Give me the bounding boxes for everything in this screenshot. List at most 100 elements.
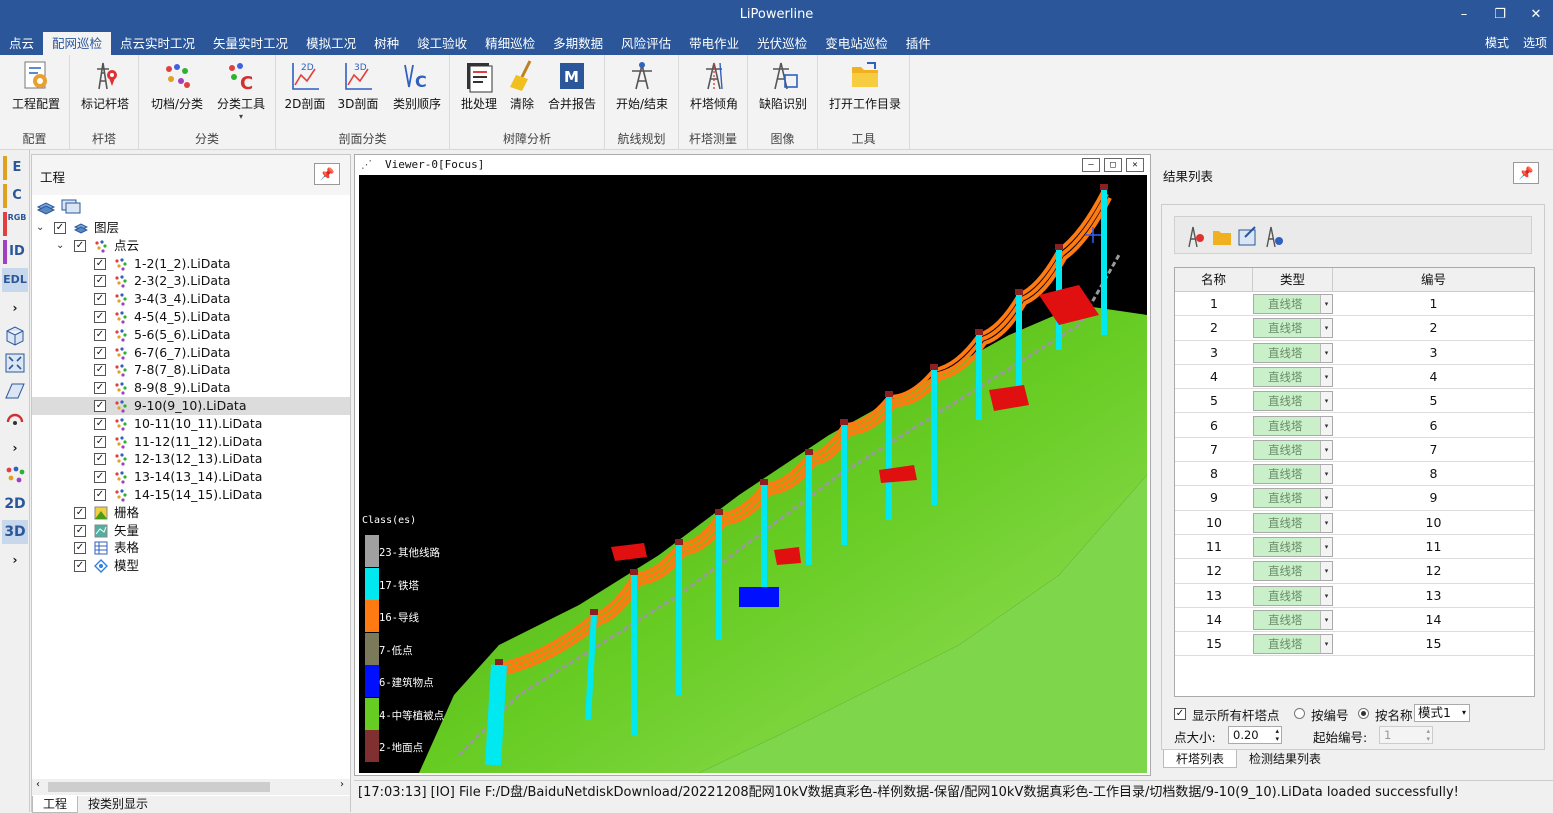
scroll-thumb[interactable] — [48, 782, 270, 792]
tree-node-model[interactable]: ✓ 模型 — [32, 557, 350, 575]
chevron-down-icon[interactable]: ▾ — [1320, 635, 1332, 654]
table-row[interactable]: 4 直线塔 ▾ 4 — [1175, 365, 1534, 390]
tree-node-pointcloud[interactable]: ⌄ ✓ 点云 — [32, 237, 350, 255]
scroll-left-icon[interactable]: ‹ — [36, 779, 40, 790]
col-header-number[interactable]: 编号 — [1333, 268, 1534, 292]
menu-item-8[interactable]: 多期数据 — [544, 32, 612, 55]
open-folder-icon[interactable] — [1213, 231, 1231, 245]
type-select[interactable]: 直线塔 ▾ — [1253, 561, 1333, 582]
horizontal-scrollbar[interactable]: ‹ › — [32, 779, 350, 795]
chevron-down-icon[interactable]: ▾ — [1320, 562, 1332, 581]
table-row[interactable]: 11 直线塔 ▾ 11 — [1175, 535, 1534, 560]
type-select[interactable]: 直线塔 ▾ — [1253, 294, 1333, 314]
table-row[interactable]: 1 直线塔 ▾ 1 — [1175, 292, 1534, 317]
view-cube-icon[interactable] — [3, 324, 27, 348]
layer-checkbox[interactable]: ✓ — [94, 257, 106, 270]
table-row[interactable]: 15 直线塔 ▾ 15 — [1175, 632, 1534, 657]
point-size-spinbox[interactable]: 0.20 ▴ ▾ — [1228, 726, 1282, 744]
batch-button[interactable]: 批处理 — [458, 59, 500, 112]
layer-checkbox[interactable]: ✓ — [94, 275, 106, 288]
tree-node-vector[interactable]: ✓ 矢量 — [32, 522, 350, 540]
table-row[interactable]: 6 直线塔 ▾ 6 — [1175, 414, 1534, 438]
mode-select[interactable]: 模式1 ▾ — [1414, 704, 1470, 722]
chevron-down-icon[interactable]: ▾ — [1320, 440, 1332, 459]
menu-options[interactable]: 选项 — [1523, 32, 1547, 55]
col-header-name[interactable]: 名称 — [1175, 268, 1253, 292]
rotate-icon[interactable] — [3, 408, 27, 432]
chevron-down-icon[interactable]: ▾ — [1320, 343, 1332, 362]
tree-node-file[interactable]: ✓ 12-13(12_13).LiData — [32, 450, 350, 468]
table-row[interactable]: 7 直线塔 ▾ 7 — [1175, 438, 1534, 463]
tree-node-file[interactable]: ✓ 7-8(7_8).LiData — [32, 361, 350, 379]
open-workdir-button[interactable]: 打开工作目录 — [826, 59, 904, 112]
viewer-minimize-button[interactable]: – — [1082, 158, 1100, 172]
tree-node-raster[interactable]: ✓ 栅格 — [32, 504, 350, 522]
chevron-down-icon[interactable]: ⌄ — [36, 219, 44, 237]
menu-item-5[interactable]: 树种 — [365, 32, 408, 55]
project-config-button[interactable]: 工程配置 — [10, 59, 62, 112]
windows-icon[interactable] — [61, 199, 81, 214]
toolbar-rgb-button[interactable]: RGB — [3, 212, 27, 236]
layer-checkbox[interactable]: ✓ — [74, 239, 86, 252]
results-pin-icon[interactable]: 📌 — [1513, 162, 1539, 184]
menu-item-1[interactable]: 配网巡检 — [43, 32, 112, 55]
tree-node-file[interactable]: ✓ 14-15(14_15).LiData — [32, 486, 350, 504]
layers-icon[interactable] — [36, 202, 56, 215]
minimize-button[interactable]: – — [1446, 4, 1482, 26]
menu-item-6[interactable]: 竣工验收 — [408, 32, 476, 55]
layer-checkbox[interactable]: ✓ — [94, 453, 106, 466]
type-select[interactable]: 直线塔 ▾ — [1253, 634, 1333, 655]
chevron-down-icon[interactable]: ▾ — [1320, 367, 1332, 386]
type-select[interactable]: 直线塔 ▾ — [1253, 415, 1333, 436]
tower-info-icon[interactable] — [1266, 226, 1283, 248]
menu-item-12[interactable]: 变电站巡检 — [816, 32, 897, 55]
layer-checkbox[interactable]: ✓ — [74, 542, 86, 555]
tree-node-file[interactable]: ✓ 9-10(9_10).LiData — [32, 396, 350, 415]
type-select[interactable]: 直线塔 ▾ — [1253, 464, 1333, 485]
menu-item-11[interactable]: 光伏巡检 — [748, 32, 816, 55]
chevron-down-icon[interactable]: ▾ — [1320, 295, 1332, 313]
chevron-down-icon[interactable]: ▾ — [1320, 319, 1332, 338]
scroll-right-icon[interactable]: › — [340, 779, 344, 790]
type-select[interactable]: 直线塔 ▾ — [1253, 585, 1333, 606]
clear-button[interactable]: 清除 — [506, 59, 538, 112]
pin-icon[interactable]: 📌 — [314, 163, 340, 185]
chevron-down-icon[interactable]: ▾ — [1320, 538, 1332, 556]
menu-item-10[interactable]: 带电作业 — [680, 32, 748, 55]
layer-checkbox[interactable]: ✓ — [94, 310, 106, 323]
tree-node-file[interactable]: ✓ 6-7(6_7).LiData — [32, 344, 350, 362]
table-row[interactable]: 5 直线塔 ▾ 5 — [1175, 389, 1534, 414]
tab-detect-results[interactable]: 检测结果列表 — [1237, 750, 1333, 768]
table-row[interactable]: 13 直线塔 ▾ 13 — [1175, 584, 1534, 608]
by-number-radio[interactable] — [1294, 708, 1305, 719]
cut-classify-button[interactable]: 切档/分类 — [147, 59, 207, 112]
zoom-extent-icon[interactable] — [3, 352, 27, 376]
col-header-type[interactable]: 类型 — [1253, 268, 1333, 292]
profile-3d-button[interactable]: 3D 3D剖面 — [334, 59, 382, 112]
type-select[interactable]: 直线塔 ▾ — [1253, 318, 1333, 339]
menu-item-4[interactable]: 模拟工况 — [297, 32, 365, 55]
viewer-close-button[interactable]: ✕ — [1126, 158, 1144, 172]
tab-by-class[interactable]: 按类别显示 — [78, 796, 158, 813]
tower-tilt-button[interactable]: 杆塔倾角 — [686, 59, 742, 112]
export-icon[interactable] — [1238, 226, 1256, 246]
layer-checkbox[interactable]: ✓ — [54, 222, 66, 234]
menu-item-13[interactable]: 插件 — [897, 32, 940, 55]
tree-node-layers[interactable]: ⌄ ✓ 图层 — [32, 219, 350, 237]
chevron-down-icon[interactable]: ▾ — [1320, 392, 1332, 411]
classify-tools-button[interactable]: C 分类工具 ▾ — [213, 59, 269, 121]
restore-button[interactable]: ❐ — [1482, 4, 1518, 26]
tree-node-file[interactable]: ✓ 3-4(3_4).LiData — [32, 290, 350, 308]
menu-item-9[interactable]: 风险评估 — [612, 32, 680, 55]
tree-node-file[interactable]: ✓ 13-14(13_14).LiData — [32, 468, 350, 486]
layer-checkbox[interactable]: ✓ — [94, 328, 106, 341]
defect-detect-button[interactable]: 缺陷识别 — [756, 59, 810, 112]
mark-tower-button[interactable]: 标记杆塔 — [78, 59, 132, 112]
toolbar-expand3-icon[interactable]: › — [3, 548, 27, 572]
start-end-button[interactable]: 开始/结束 — [613, 59, 671, 112]
chevron-down-icon[interactable]: ▾ — [1320, 489, 1332, 508]
tree-node-file[interactable]: ✓ 1-2(1_2).LiData — [32, 255, 350, 273]
table-row[interactable]: 8 直线塔 ▾ 8 — [1175, 462, 1534, 487]
chevron-down-icon[interactable]: ⌄ — [56, 237, 64, 255]
toolbar-expand2-icon[interactable]: › — [3, 436, 27, 460]
